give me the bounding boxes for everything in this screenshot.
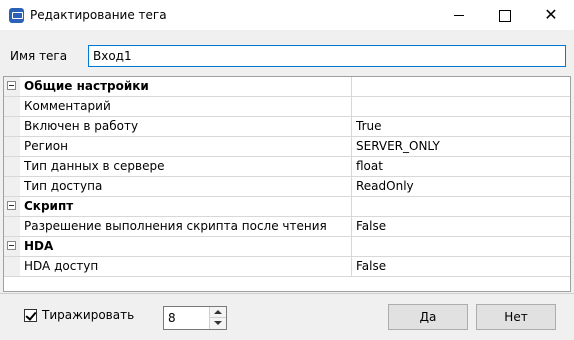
property-row-comment[interactable]: Комментарий	[4, 97, 570, 117]
spin-up-icon[interactable]	[210, 307, 226, 318]
property-value[interactable]: ReadOnly	[352, 177, 570, 196]
property-name: Общие настройки	[21, 77, 352, 96]
maximize-button[interactable]	[482, 0, 528, 30]
property-row-access-type[interactable]: Тип доступа ReadOnly	[4, 177, 570, 197]
property-name: Тип доступа	[21, 177, 352, 196]
property-value	[352, 77, 570, 96]
count-value[interactable]: 8	[168, 311, 176, 325]
property-name: Регион	[21, 137, 352, 156]
maximize-icon	[499, 9, 511, 22]
property-section-hda[interactable]: HDA	[4, 237, 570, 257]
property-name: Тип данных в сервере	[21, 157, 352, 176]
spin-down-icon[interactable]	[210, 318, 226, 329]
ok-button[interactable]: Да	[388, 304, 468, 330]
property-name: HDA доступ	[21, 257, 352, 276]
count-stepper[interactable]: 8	[163, 306, 227, 330]
title-bar: Редактирование тега ✕	[0, 0, 574, 30]
property-value[interactable]	[352, 97, 570, 116]
cancel-button[interactable]: Нет	[476, 304, 556, 330]
close-button[interactable]: ✕	[528, 0, 574, 30]
footer-divider	[0, 293, 574, 294]
property-row-region[interactable]: Регион SERVER_ONLY	[4, 137, 570, 157]
checkbox-checked-icon[interactable]	[24, 309, 37, 322]
app-icon	[9, 8, 24, 23]
property-grid: Общие настройки Комментарий Включен в ра…	[3, 76, 571, 292]
property-row-data-type[interactable]: Тип данных в сервере float	[4, 157, 570, 177]
property-value[interactable]: False	[352, 257, 570, 276]
property-value[interactable]: float	[352, 157, 570, 176]
tag-name-input[interactable]: Вход1	[88, 45, 566, 67]
close-icon: ✕	[544, 5, 558, 24]
property-row-script-after-read[interactable]: Разрешение выполнения скрипта после чтен…	[4, 217, 570, 237]
property-section-general[interactable]: Общие настройки	[4, 77, 570, 97]
minimize-icon	[454, 15, 464, 16]
collapse-icon[interactable]	[7, 81, 16, 90]
property-value	[352, 237, 570, 256]
property-name: Скрипт	[21, 197, 352, 216]
window-title: Редактирование тега	[30, 8, 167, 22]
property-row-hda-access[interactable]: HDA доступ False	[4, 257, 570, 277]
property-row-enabled[interactable]: Включен в работу True	[4, 117, 570, 137]
property-name: Включен в работу	[21, 117, 352, 136]
property-value	[352, 197, 570, 216]
tag-name-label: Имя тега	[10, 49, 68, 63]
property-section-script[interactable]: Скрипт	[4, 197, 570, 217]
property-name: Разрешение выполнения скрипта после чтен…	[21, 217, 352, 236]
collapse-icon[interactable]	[7, 201, 16, 210]
property-name: HDA	[21, 237, 352, 256]
property-value[interactable]: False	[352, 217, 570, 236]
collapse-icon[interactable]	[7, 241, 16, 250]
replicate-label: Тиражировать	[42, 308, 135, 322]
minimize-button[interactable]	[436, 0, 482, 30]
property-value[interactable]: SERVER_ONLY	[352, 137, 570, 156]
property-name: Комментарий	[21, 97, 352, 116]
property-value[interactable]: True	[352, 117, 570, 136]
